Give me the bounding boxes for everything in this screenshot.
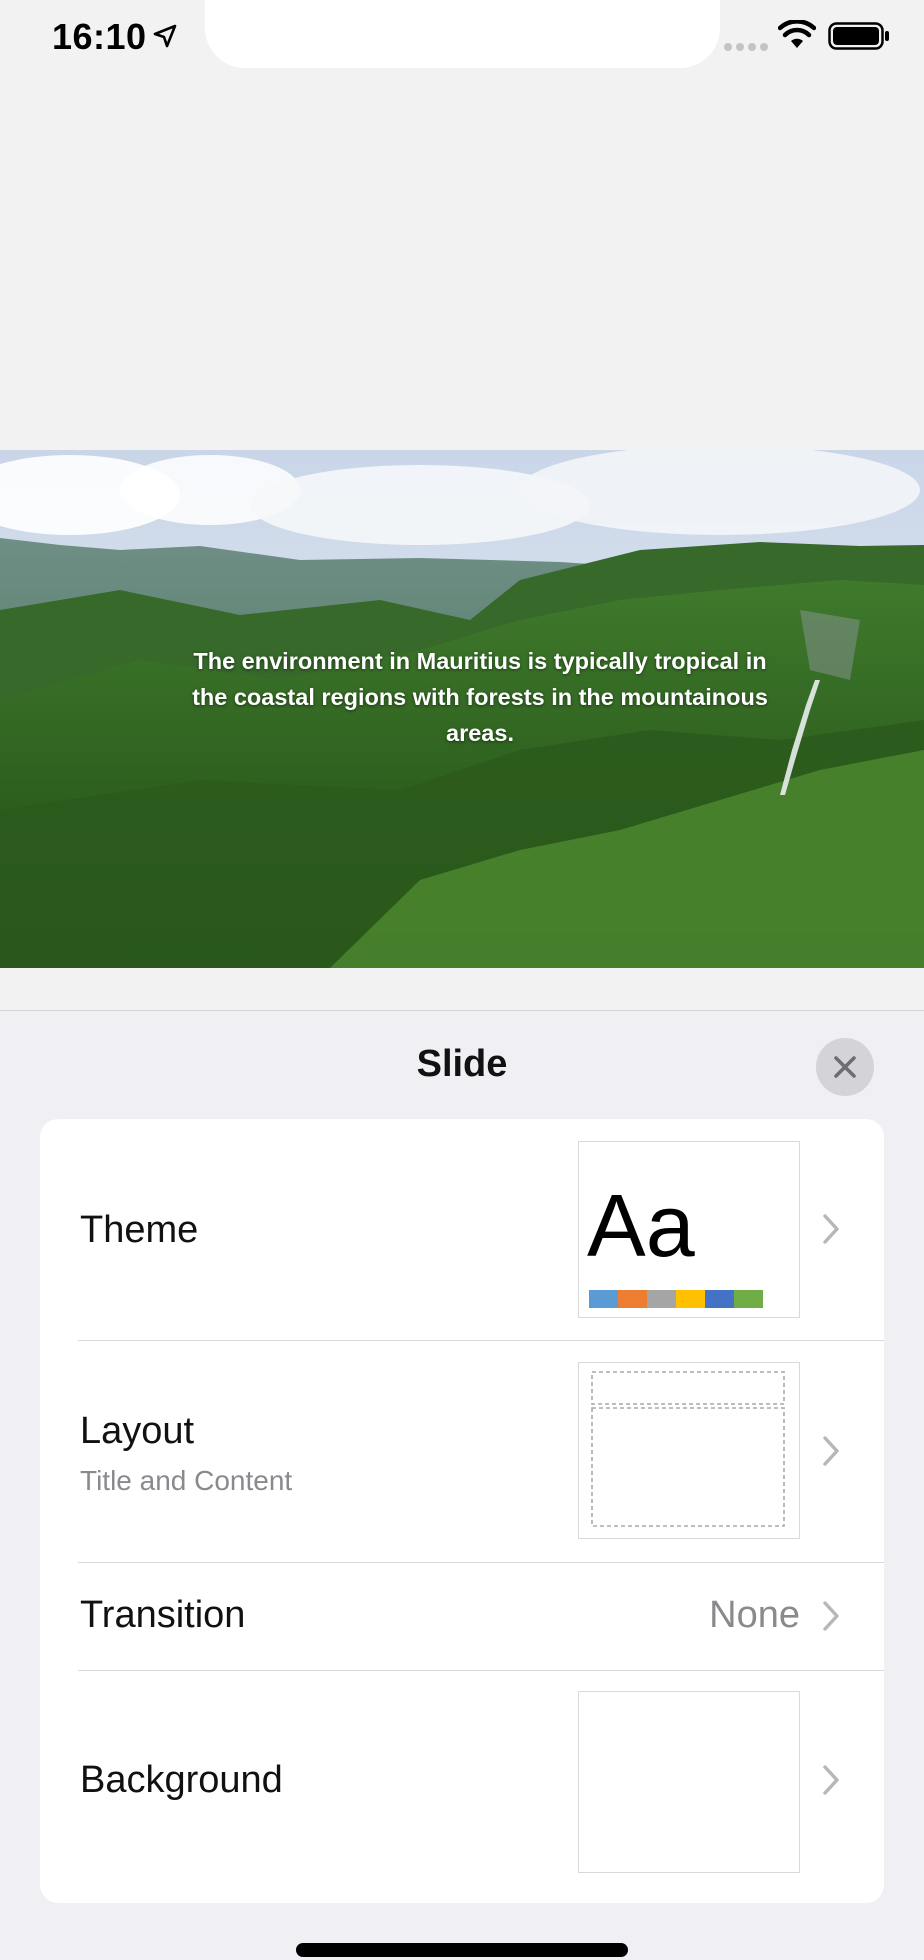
sheet-title: Slide [416,1043,508,1085]
close-button[interactable] [816,1038,874,1096]
background-label: Background [80,1759,283,1801]
layout-label: Layout [80,1410,195,1452]
layout-thumbnail [578,1362,800,1539]
background-thumbnail [578,1691,800,1873]
status-bar: 16:10 [0,0,924,90]
slide-caption-text: The environment in Mauritius is typicall… [192,648,768,746]
chevron-right-icon [823,1436,839,1466]
layout-row[interactable]: Layout Title and Content [40,1341,884,1562]
transition-label: Transition [80,1594,246,1636]
theme-label: Theme [80,1209,199,1251]
theme-color-swatches [589,1290,763,1308]
transition-row[interactable]: Transition None [40,1563,884,1670]
layout-subtitle: Title and Content [80,1465,293,1496]
settings-card: Theme Aa Layout Title and Content Transi… [40,1119,884,1903]
chevron-right-icon [823,1601,839,1631]
chevron-right-icon [823,1765,839,1795]
background-row[interactable]: Background [40,1671,884,1903]
slide-settings-sheet: Slide Theme Aa Layout Title and Content … [0,1010,924,1960]
chevron-right-icon [823,1214,839,1244]
theme-preview-text: Aa [587,1176,695,1275]
theme-thumbnail: Aa [578,1141,800,1318]
location-arrow-icon [153,24,177,48]
layout-preview [590,1370,785,1527]
transition-value: None [709,1594,800,1636]
battery-icon [828,22,889,50]
theme-row[interactable]: Theme Aa [40,1119,884,1340]
signal-icon [724,43,768,51]
wifi-icon [778,20,816,48]
notch [205,0,720,68]
slide-preview[interactable]: The environment in Mauritius is typicall… [0,450,924,968]
home-indicator[interactable] [296,1943,628,1957]
status-time: 16:10 [52,16,147,57]
close-icon [834,1056,856,1078]
